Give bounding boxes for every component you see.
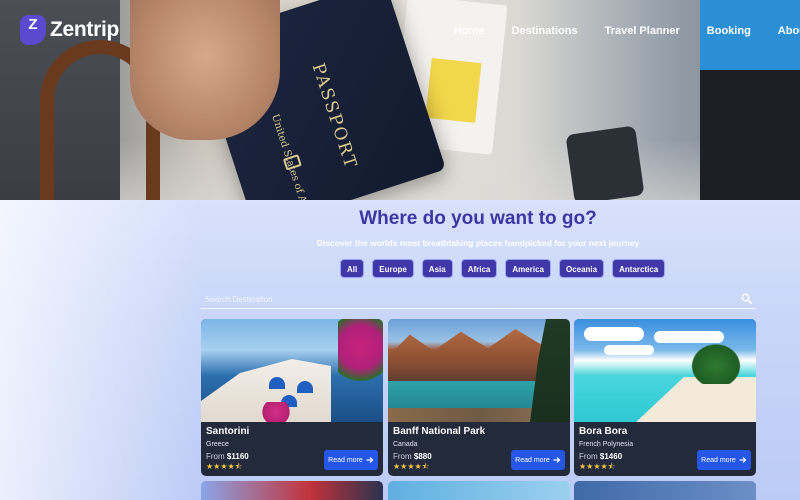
card-price: From $1460	[579, 452, 623, 461]
banff-image	[388, 319, 570, 422]
card-price: From $1160	[206, 452, 249, 461]
main-nav: Home Destinations Travel Planner Booking…	[454, 25, 800, 37]
nav-about-us[interactable]: About Us	[778, 25, 800, 37]
section-title: Where do you want to go?	[359, 208, 597, 229]
card-country: Greece	[206, 441, 229, 448]
card-country: Canada	[393, 441, 418, 448]
read-more-button[interactable]: Read more	[324, 450, 378, 470]
arrow-right-icon	[366, 457, 374, 463]
destination-card-partial	[201, 481, 383, 500]
read-more-button[interactable]: Read more	[511, 450, 565, 470]
search-icon[interactable]	[741, 293, 752, 304]
nav-destinations[interactable]: Destinations	[512, 25, 578, 37]
logo-mark-icon: Z	[20, 15, 46, 45]
destination-card: Santorini Greece From $1160 ★★★★⯪ Read m…	[201, 319, 383, 476]
filter-oceania[interactable]: Oceania	[558, 259, 605, 278]
hero-hand	[130, 0, 280, 140]
filter-asia[interactable]: Asia	[421, 259, 453, 278]
nav-travel-planner[interactable]: Travel Planner	[605, 25, 680, 37]
arrow-right-icon	[553, 457, 561, 463]
filter-africa[interactable]: Africa	[460, 259, 498, 278]
nav-home[interactable]: Home	[454, 25, 485, 37]
card-title: Banff National Park	[393, 426, 486, 437]
filter-all[interactable]: All	[340, 259, 365, 278]
card-price: From $880	[393, 452, 432, 461]
brand-name: Zentrip	[50, 18, 120, 41]
region-filters: All Europe Asia Africa America Oceania A…	[340, 259, 666, 278]
read-more-button[interactable]: Read more	[697, 450, 751, 470]
card-title: Bora Bora	[579, 426, 628, 437]
passport-title: PASSPORT	[307, 60, 361, 172]
card-country: French Polynesia	[579, 441, 634, 448]
nav-booking[interactable]: Booking	[707, 25, 751, 37]
destination-card-partial	[388, 481, 570, 500]
card-title: Santorini	[206, 426, 250, 437]
destination-card: Bora Bora French Polynesia From $1460 ★★…	[574, 319, 756, 476]
bora-bora-image	[574, 319, 756, 422]
search-input[interactable]	[201, 289, 721, 310]
search-bar	[201, 289, 756, 310]
brand-logo[interactable]: Z Zentrip	[20, 15, 119, 45]
filter-antarctica[interactable]: Antarctica	[612, 259, 666, 278]
destination-card-partial	[574, 481, 756, 500]
rating-stars-icon: ★★★★⯪	[206, 462, 243, 471]
section-subtitle: Discover the worlds most breathtaking pl…	[316, 238, 640, 248]
rating-stars-icon: ★★★★⯪	[393, 462, 430, 471]
arrow-right-icon	[739, 457, 747, 463]
filter-america[interactable]: America	[505, 259, 551, 278]
filter-europe[interactable]: Europe	[372, 259, 414, 278]
rating-stars-icon: ★★★★⯪	[579, 462, 616, 471]
hero-suitcase	[565, 125, 645, 200]
destination-card: Banff National Park Canada From $880 ★★★…	[388, 319, 570, 476]
santorini-image	[201, 319, 383, 422]
